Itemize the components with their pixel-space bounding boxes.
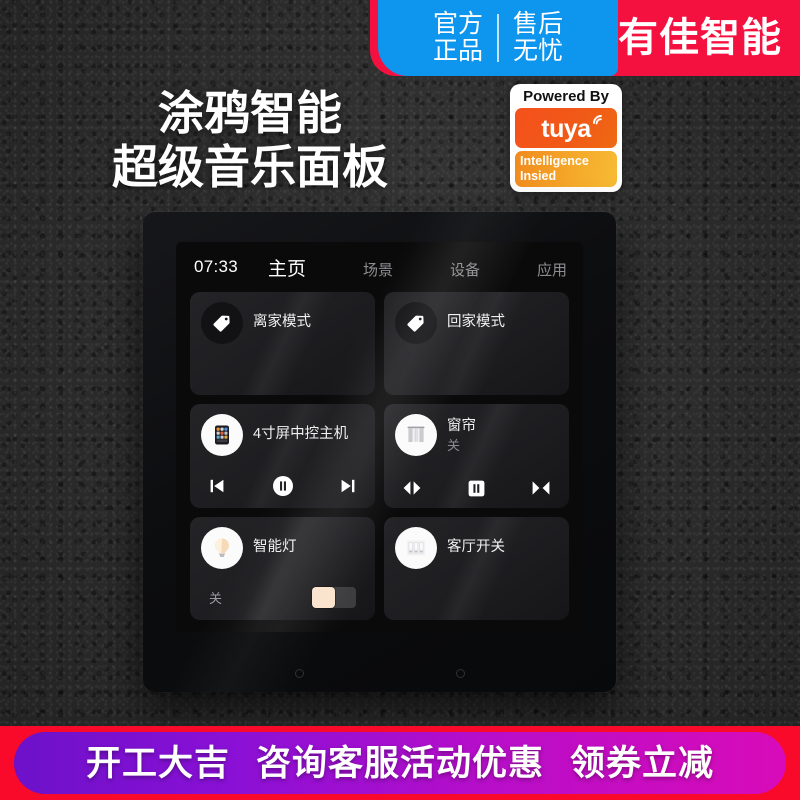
- card-away-mode[interactable]: 离家模式: [190, 292, 375, 396]
- control-screen-icon: [201, 414, 243, 457]
- card-living-room-switch[interactable]: 客厅开关: [384, 516, 569, 620]
- tuya-subtitle-line2: Insied: [520, 168, 557, 183]
- card-curtain[interactable]: 窗帘 关: [384, 404, 569, 508]
- trust-ribbon: 官方 正品 售后 无忧: [378, 0, 618, 76]
- card-status: 关: [447, 438, 461, 454]
- tuya-subtitle-line1: Intelligence: [520, 154, 589, 169]
- status-bar: 07:33 主页 场景 设备 应用: [176, 242, 583, 292]
- promo-text-3: 领券立减: [570, 743, 715, 783]
- wifi-icon: [593, 115, 602, 125]
- sensor-dot-right: [455, 669, 465, 678]
- curtain-close-icon[interactable]: [530, 479, 552, 497]
- light-toggle-switch[interactable]: [312, 587, 356, 608]
- sensor-dot-left: [294, 669, 304, 678]
- light-toggle-row: 关: [201, 587, 364, 610]
- card-header: 回家模式: [395, 302, 558, 344]
- tab-devices[interactable]: 设备: [450, 259, 480, 280]
- card-header: 智能灯: [201, 526, 364, 569]
- pause-icon[interactable]: [271, 474, 295, 498]
- tag-icon: [395, 302, 437, 344]
- headline-line-1: 涂鸦智能: [158, 87, 342, 139]
- card-text: 离家模式: [253, 314, 311, 332]
- card-text: 智能灯: [253, 539, 297, 557]
- promo-text-2: 咨询客服活动优惠: [255, 743, 544, 783]
- card-header: 4寸屏中控主机: [201, 414, 364, 457]
- card-title: 回家模式: [447, 314, 505, 331]
- toggle-knob: [312, 587, 335, 608]
- card-title: 4寸屏中控主机: [253, 426, 349, 443]
- media-controls: [201, 474, 364, 498]
- card-text: 窗帘 关: [447, 418, 476, 452]
- card-header: 客厅开关: [395, 526, 558, 569]
- tuya-wordmark: tuya: [541, 114, 591, 143]
- card-control-host[interactable]: 4寸屏中控主机: [190, 404, 375, 508]
- clock: 07:33: [194, 257, 239, 276]
- card-title: 离家模式: [253, 314, 311, 331]
- curtain-icon: [395, 414, 437, 457]
- bulb-icon: [201, 526, 243, 569]
- tuya-subtitle: Intelligence Insied: [515, 151, 617, 188]
- tab-apps[interactable]: 应用: [537, 259, 567, 280]
- trust-authentic-line2: 正品: [432, 37, 483, 65]
- trust-authentic-line1: 官方: [432, 10, 483, 38]
- card-title: 窗帘: [447, 418, 476, 435]
- card-text: 客厅开关: [447, 539, 505, 557]
- curtain-controls: [395, 479, 558, 498]
- trust-aftersales-line2: 无忧: [513, 37, 564, 65]
- bezel-sensor-row: [143, 669, 616, 678]
- tab-scenes[interactable]: 场景: [363, 259, 393, 280]
- tuya-powered-badge: Powered By tuya Intelligence Insied: [510, 84, 622, 193]
- promo-banner: 开工大吉 咨询客服活动优惠 领券立减: [0, 726, 800, 800]
- trust-badge-authentic: 官方 正品: [419, 11, 497, 65]
- panel-screen: 07:33 主页 场景 设备 应用 离家模式 回家模式 4寸屏中控主机 窗帘 关…: [176, 242, 583, 632]
- headline-line-2: 超级音乐面板: [112, 141, 388, 194]
- powered-by-label: Powered By: [523, 88, 609, 105]
- product-listing-image: 有佳智能 官方 正品 售后 无忧 涂鸦智能 超级音乐面板 Powered By …: [0, 0, 800, 800]
- card-grid: 离家模式 回家模式 4寸屏中控主机 窗帘 关 智能灯 关 客厅开关: [176, 292, 583, 632]
- tab-home[interactable]: 主页: [268, 254, 306, 281]
- product-headline: 涂鸦智能 超级音乐面板: [0, 86, 500, 195]
- promo-pill: 开工大吉 咨询客服活动优惠 领券立减: [14, 732, 786, 794]
- curtain-stop-icon[interactable]: [467, 479, 486, 498]
- trust-badge-aftersales: 售后 无忧: [499, 11, 577, 65]
- promo-text-1: 开工大吉: [85, 743, 230, 783]
- card-title: 智能灯: [253, 538, 297, 555]
- card-header: 窗帘 关: [395, 414, 558, 457]
- card-text: 4寸屏中控主机: [253, 426, 348, 444]
- light-state-label: 关: [209, 591, 223, 606]
- trust-aftersales-line1: 售后: [513, 10, 564, 38]
- wall-panel-device: 07:33 主页 场景 设备 应用 离家模式 回家模式 4寸屏中控主机 窗帘 关…: [143, 212, 616, 692]
- top-banner-group: 有佳智能 官方 正品 售后 无忧: [0, 0, 800, 76]
- card-smart-light[interactable]: 智能灯 关: [190, 516, 375, 620]
- brand-name: 有佳智能: [618, 16, 782, 60]
- card-text: 回家模式: [447, 314, 505, 332]
- tag-icon: [201, 302, 243, 344]
- nav-tabs: 主页 场景 设备 应用: [238, 254, 567, 281]
- tuya-logo: tuya: [515, 108, 617, 149]
- next-track-icon[interactable]: [338, 476, 358, 496]
- previous-track-icon[interactable]: [207, 476, 227, 496]
- curtain-open-icon[interactable]: [401, 479, 423, 497]
- card-home-mode[interactable]: 回家模式: [384, 292, 569, 396]
- card-header: 离家模式: [201, 302, 364, 344]
- card-title: 客厅开关: [447, 538, 505, 555]
- wall-switch-icon: [395, 526, 437, 569]
